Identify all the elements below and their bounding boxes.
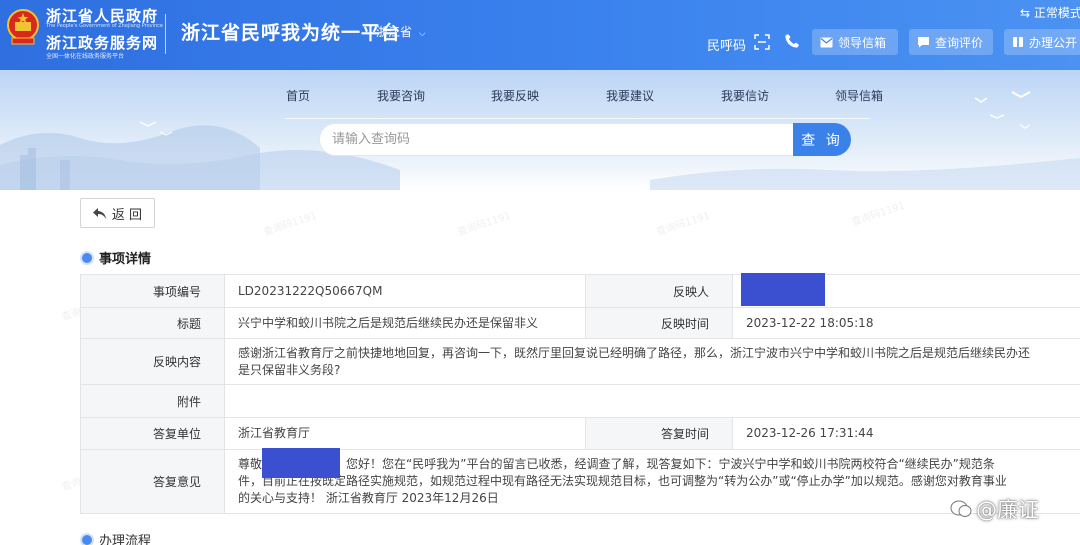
mail-icon (820, 37, 833, 47)
section-title-process-text: 办理流程 (99, 534, 152, 545)
nav-suggest[interactable]: 我要建议 (606, 87, 654, 104)
nav-report[interactable]: 我要反映 (491, 87, 539, 104)
reply-time-label: 答复时间 (585, 417, 733, 450)
gov-service-title[interactable]: 浙江政务服务网 (46, 32, 158, 53)
chevron-down-icon: ⌵ (418, 29, 426, 39)
back-label: 返 回 (111, 207, 143, 223)
province-label: 浙江省 (376, 25, 413, 39)
back-button[interactable]: 返 回 (80, 198, 155, 228)
main-nav: 首页 我要咨询 我要反映 我要建议 我要信访 领导信箱 (0, 87, 1080, 107)
attachment-value (224, 384, 1080, 418)
phone-icon[interactable] (784, 33, 800, 49)
banner: 首页 我要咨询 我要反映 我要建议 我要信访 领导信箱 查 询 (0, 70, 1080, 190)
reply-time-value: 2023-12-26 17:31:44 (732, 417, 1080, 450)
source-watermark: @廉证 (950, 494, 1039, 524)
leader-mailbox-label: 领导信箱 (838, 35, 887, 50)
province-selector[interactable]: 浙江省 ⌵ (376, 23, 426, 40)
reply-prefix: 尊敬 (238, 457, 263, 471)
watermark: 查询码1191 (850, 200, 907, 229)
search-button[interactable]: 查 询 (793, 123, 851, 156)
nav-divider (285, 118, 870, 119)
nav-consult[interactable]: 我要咨询 (377, 87, 425, 104)
back-arrow-icon (92, 207, 106, 219)
section-dot-icon (82, 534, 92, 545)
reply-label: 答复意见 (80, 449, 225, 514)
title-value: 兴宁中学和蛟川书院之后是规范后继续民办还是保留非义 (224, 307, 586, 339)
top-header: 浙江省人民政府 The People's Government of Zheji… (0, 0, 1080, 70)
gov-subtitle-en: The People's Government of Zhejiang Prov… (46, 23, 163, 29)
detail-table: 事项编号 LD20231222Q50667QM 反映人 标题 兴宁中学和蛟川书院… (80, 273, 1080, 514)
section-dot-icon (82, 252, 92, 263)
watermark: 查询码1191 (262, 210, 319, 239)
national-emblem-icon (7, 9, 39, 45)
content-value: 感谢浙江省教育厅之前快捷地地回复，再咨询一下，既然厅里回复说已经明确了路径，那么… (224, 338, 1080, 385)
platform-title[interactable]: 浙江省民呼我为统一平台 (181, 18, 401, 45)
watermark: 查询码1191 (456, 210, 513, 239)
reply-text: 您好！您在“民呼我为”平台的留言已收悉，经调查了解，现答复如下：宁波兴宁中学和蛟… (238, 457, 1007, 505)
reporter-value (732, 273, 1080, 308)
table-row: 附件 (80, 384, 1080, 418)
nav-petition[interactable]: 我要信访 (721, 87, 769, 104)
watermark: 查询码1191 (655, 210, 712, 239)
query-evaluate-button[interactable]: 查询评价 (909, 29, 993, 55)
redacted-block (262, 448, 340, 478)
reply-unit-label: 答复单位 (80, 417, 225, 450)
table-row: 事项编号 LD20231222Q50667QM 反映人 (80, 273, 1080, 308)
process-public-label: 办理公开 (1029, 35, 1078, 50)
report-time-label: 反映时间 (585, 307, 733, 339)
chat-icon (918, 37, 929, 48)
leader-mailbox-button[interactable]: 领导信箱 (812, 29, 898, 55)
nav-home[interactable]: 首页 (286, 87, 310, 104)
table-row: 标题 兴宁中学和蛟川书院之后是规范后继续民办还是保留非义 反映时间 2023-1… (80, 307, 1080, 339)
table-row: 答复意见 尊敬 您好！您在“民呼我为”平台的留言已收悉，经调查了解，现答复如下：宁… (80, 448, 1080, 514)
table-row: 答复单位 浙江省教育厅 答复时间 2023-12-26 17:31:44 (80, 417, 1080, 450)
search-input[interactable] (320, 124, 793, 155)
display-mode-toggle[interactable]: ⇆ 正常模式 (1020, 4, 1080, 21)
item-no-value: LD20231222Q50667QM (224, 274, 586, 308)
item-no-label: 事项编号 (80, 274, 225, 308)
section-title-text: 事项详情 (99, 252, 152, 267)
nav-leader-mailbox[interactable]: 领导信箱 (835, 87, 883, 104)
header-divider (165, 14, 166, 54)
reply-unit-value: 浙江省教育厅 (224, 417, 586, 450)
code-label[interactable]: 民呼码 (707, 35, 746, 54)
query-evaluate-label: 查询评价 (935, 35, 984, 50)
book-icon (1013, 37, 1023, 47)
reporter-label: 反映人 (585, 274, 733, 308)
section-title-process: 办理流程 (82, 530, 151, 545)
brand-logo-icon (950, 500, 972, 517)
title-label: 标题 (80, 307, 225, 339)
section-title-details: 事项详情 (82, 248, 151, 267)
table-row: 反映内容 感谢浙江省教育厅之前快捷地地回复，再咨询一下，既然厅里回复说已经明确了… (80, 338, 1080, 385)
process-public-button[interactable]: 办理公开 (1004, 29, 1080, 55)
attachment-label: 附件 (80, 384, 225, 418)
source-watermark-text: @廉证 (976, 498, 1039, 522)
report-time-value: 2023-12-22 18:05:18 (732, 307, 1080, 339)
content-label: 反映内容 (80, 338, 225, 385)
scan-icon[interactable] (754, 34, 770, 50)
gov-subtitle-cn: 全国一体化在线政务服务平台 (46, 53, 125, 60)
search-box (319, 123, 794, 156)
redacted-block (741, 273, 825, 306)
